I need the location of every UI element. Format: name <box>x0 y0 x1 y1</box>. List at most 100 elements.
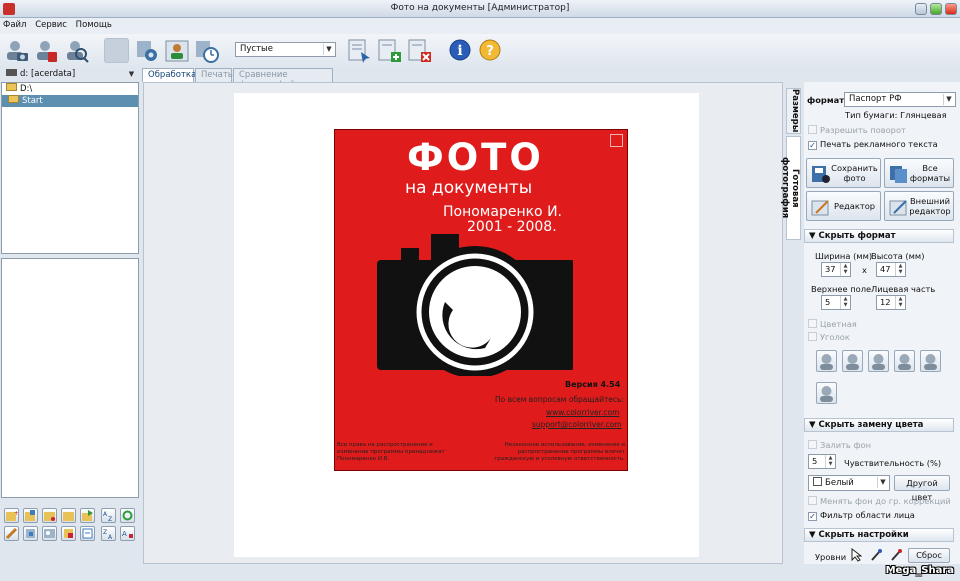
format-combo[interactable]: Паспорт РФ ▼ <box>844 92 956 107</box>
open-folder-button[interactable] <box>42 508 57 523</box>
delete-photo-button[interactable] <box>61 526 76 541</box>
splash-contact-prompt: По всем вопросам обращайтесь: <box>495 395 624 404</box>
color-combo[interactable]: Белый ▼ <box>808 475 890 491</box>
face-template-1[interactable] <box>816 350 837 372</box>
save-photo-button[interactable]: Сохранить фото <box>806 158 881 188</box>
change-bg-checkbox[interactable]: Менять фон до гр. коррекций <box>808 496 951 507</box>
close-button[interactable] <box>945 3 957 15</box>
refresh-button[interactable] <box>120 508 135 523</box>
chevron-down-icon[interactable]: ▼ <box>126 69 137 80</box>
export-button[interactable] <box>80 508 95 523</box>
copy-photo-button[interactable] <box>23 508 38 523</box>
stepper-arrows-icon[interactable]: ▲ ▼ <box>825 455 835 468</box>
stepper-arrows-icon[interactable]: ▲ ▼ <box>895 296 905 309</box>
tab-finished-photo[interactable]: Готовая фотография <box>780 136 801 240</box>
color-checkbox[interactable]: Цветная <box>808 319 857 330</box>
face-template-3[interactable] <box>868 350 889 372</box>
tree-item-start[interactable]: Start <box>2 95 138 107</box>
add-icon: + <box>6 510 19 521</box>
svg-text:A: A <box>108 534 113 540</box>
select-document-button[interactable] <box>346 38 372 64</box>
add-photo-button[interactable]: + <box>4 508 19 523</box>
delete-user-button[interactable] <box>34 38 60 64</box>
face-part-stepper[interactable]: 12 ▲ ▼ <box>876 295 906 310</box>
history-button[interactable] <box>194 38 220 64</box>
splash-author: Пономаренко И. <box>443 204 562 220</box>
info-button[interactable]: i <box>448 38 474 64</box>
sensitivity-stepper[interactable]: 5 ▲ ▼ <box>808 454 836 469</box>
copy-icon <box>25 510 35 521</box>
reset-button[interactable]: Сброс <box>908 548 950 563</box>
blank-button[interactable] <box>104 38 129 63</box>
user-card-button[interactable] <box>164 38 190 64</box>
stepper-arrows-icon[interactable]: ▲ ▼ <box>895 263 905 276</box>
times-sign: x <box>862 265 867 275</box>
status-bar <box>0 564 960 581</box>
side-tabs: Размеры Готовая фотография <box>780 82 803 282</box>
height-stepper[interactable]: 47 ▲ ▼ <box>876 262 906 277</box>
menu-file[interactable]: Файл <box>0 18 29 32</box>
other-color-button[interactable]: Другой цвет <box>894 475 950 502</box>
tab-sizes[interactable]: Размеры <box>786 88 801 134</box>
external-editor-button[interactable]: Внешний редактор <box>884 191 954 221</box>
allow-rotate-checkbox[interactable]: Разрешить поворот <box>808 125 906 136</box>
search-user-button[interactable] <box>64 38 90 64</box>
all-formats-button[interactable]: Все форматы <box>884 158 954 188</box>
chevron-down-icon[interactable]: ▼ <box>877 477 888 488</box>
svg-text:+: + <box>14 510 18 517</box>
section-hide-settings[interactable]: ▼ Скрыть настройки <box>804 528 954 542</box>
properties-button[interactable] <box>80 526 95 541</box>
face-template-6[interactable] <box>816 382 837 404</box>
add-document-button[interactable] <box>376 38 402 64</box>
edit-button[interactable] <box>4 526 19 541</box>
eyedropper-icon[interactable] <box>890 548 902 562</box>
maximize-button[interactable] <box>930 3 942 15</box>
cursor-icon[interactable] <box>850 547 863 562</box>
chevron-down-icon: ▼ <box>809 530 819 540</box>
close-icon[interactable] <box>610 134 623 147</box>
face-template-4[interactable] <box>894 350 915 372</box>
sort-az-button[interactable]: AZ <box>101 508 116 523</box>
stepper-arrows-icon[interactable]: ▲ ▼ <box>840 263 850 276</box>
editor-button[interactable]: Редактор <box>806 191 881 221</box>
tree-item-drive[interactable]: D:\ <box>2 83 138 95</box>
section-hide-color-replace[interactable]: ▼ Скрыть замену цвета <box>804 418 954 432</box>
file-list-panel[interactable] <box>1 258 139 498</box>
splash-warning: Незаконное использование, изменение и ра… <box>494 442 625 462</box>
folder-tree[interactable]: D:\ Start <box>1 82 139 254</box>
width-stepper[interactable]: 37 ▲ ▼ <box>821 262 851 277</box>
eyedropper-icon[interactable] <box>870 548 882 562</box>
minimize-button[interactable] <box>915 3 927 15</box>
print-ad-text-checkbox[interactable]: ✓ Печать рекламного текста <box>808 139 938 150</box>
tab-compare[interactable]: Сравнение фотографий <box>233 68 333 90</box>
menu-service[interactable]: Сервис <box>32 18 70 32</box>
face-template-5[interactable] <box>920 350 941 372</box>
gallery-button[interactable] <box>42 526 57 541</box>
user-card-icon <box>165 40 189 62</box>
help-button[interactable]: ? <box>478 38 504 64</box>
fill-background-checkbox[interactable]: Залить фон <box>808 440 871 451</box>
move-button[interactable] <box>23 526 38 541</box>
drive-combo[interactable]: d: [acerdata] ▼ <box>2 68 138 83</box>
face-filter-checkbox[interactable]: ✓ Фильтр области лица <box>808 510 915 521</box>
face-template-2[interactable] <box>842 350 863 372</box>
camera-user-button[interactable] <box>4 38 30 64</box>
corner-checkbox[interactable]: Уголок <box>808 332 850 343</box>
face-icon <box>820 354 833 370</box>
stepper-arrows-icon[interactable]: ▲ ▼ <box>840 296 850 309</box>
settings-user-button[interactable] <box>134 38 160 64</box>
sort-za-button[interactable]: ZA <box>101 526 116 541</box>
top-margin-stepper[interactable]: 5 ▲ ▼ <box>821 295 851 310</box>
new-folder-button[interactable] <box>61 508 76 523</box>
tab-processing[interactable]: Обработка <box>142 68 196 82</box>
filter-combo[interactable]: Пустые ▼ <box>235 42 336 57</box>
section-hide-format[interactable]: ▼ Скрыть формат <box>804 229 954 243</box>
chevron-down-icon[interactable]: ▼ <box>323 44 334 55</box>
sort-remove-button[interactable]: A <box>120 526 135 541</box>
menu-help[interactable]: Помощь <box>73 18 115 32</box>
chevron-down-icon[interactable]: ▼ <box>943 94 954 105</box>
face-icon <box>898 354 911 370</box>
tab-print[interactable]: Печать <box>195 68 233 82</box>
delete-document-button[interactable] <box>406 38 432 64</box>
help-icon: ? <box>479 39 501 61</box>
